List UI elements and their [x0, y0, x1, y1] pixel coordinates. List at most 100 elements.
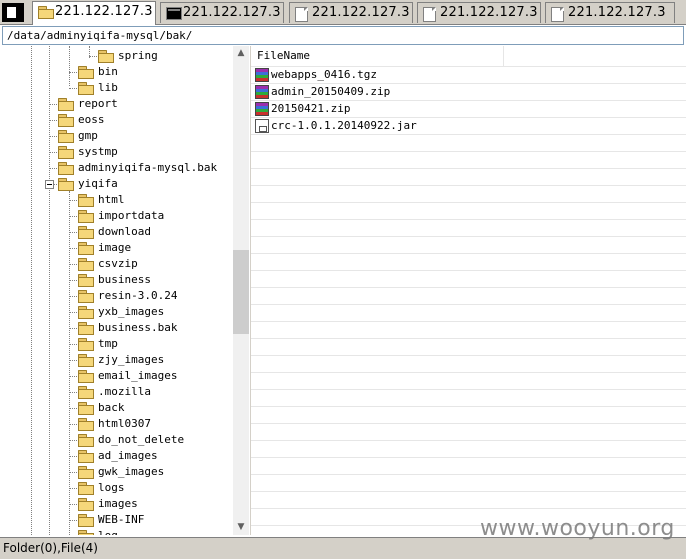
empty-row — [251, 152, 686, 169]
file-list-header[interactable]: FileName — [251, 46, 686, 67]
empty-row — [251, 458, 686, 475]
archive-icon — [255, 85, 269, 99]
tree-scrollbar[interactable]: ▲ ▼ — [233, 46, 249, 535]
empty-row — [251, 492, 686, 509]
scroll-up-arrow-icon[interactable]: ▲ — [233, 46, 249, 60]
column-filename[interactable]: FileName — [257, 46, 310, 66]
jar-file-icon — [255, 119, 269, 133]
empty-row — [251, 373, 686, 390]
folder-icon — [38, 6, 54, 19]
empty-row — [251, 322, 686, 339]
file-row[interactable]: admin_20150409.zip — [251, 84, 686, 101]
tree-connector-line — [69, 344, 77, 345]
tree-connector-line — [49, 104, 57, 105]
file-name: webapps_0416.tgz — [271, 68, 377, 81]
tree-item-label: adminyiqifa-mysql.bak — [78, 161, 218, 174]
file-list: FileName webapps_0416.tgz admin_20150409.… — [251, 46, 686, 535]
tree-connector-line — [69, 280, 77, 281]
path-input[interactable]: /data/adminyiqifa-mysql/bak/ — [2, 26, 684, 45]
document-icon — [423, 7, 437, 22]
empty-row — [251, 424, 686, 441]
empty-row — [251, 356, 686, 373]
tree-item-label: gmp — [78, 129, 98, 142]
tree-item-label: zjy_images — [98, 353, 165, 366]
folder-icon — [78, 514, 94, 527]
tab-document-3[interactable]: 221.122.127.3 — [545, 2, 675, 23]
tab-bar: 221.122.127.3 221.122.127.3 221.122.127.… — [0, 0, 686, 25]
empty-row — [251, 407, 686, 424]
empty-row — [251, 220, 686, 237]
tree-item-label: business — [98, 273, 151, 286]
tree-item-label: csvzip — [98, 257, 138, 270]
watermark: www.wooyun.org — [480, 516, 675, 541]
tab-document-2[interactable]: 221.122.127.3 — [417, 2, 541, 23]
tree-item-label: bin — [98, 65, 118, 78]
tree-item-label: systmp — [78, 145, 118, 158]
tab-file-manager[interactable]: 221.122.127.3 — [32, 1, 156, 25]
empty-row — [251, 271, 686, 288]
file-row[interactable]: webapps_0416.tgz — [251, 67, 686, 84]
tree-item-label: logs — [98, 481, 125, 494]
tree-connector-line — [69, 328, 77, 329]
empty-row — [251, 441, 686, 458]
column-separator — [503, 46, 504, 66]
tree-guide-line — [69, 46, 70, 86]
file-row[interactable]: 20150421.zip — [251, 101, 686, 118]
folder-icon — [78, 354, 94, 367]
tree-item-label: tmp — [98, 337, 118, 350]
folder-icon — [78, 242, 94, 255]
file-name: crc-1.0.1.20140922.jar — [271, 119, 417, 132]
tab-document-1[interactable]: 221.122.127.3 — [289, 2, 413, 23]
tree-connector-line — [69, 88, 77, 89]
folder-icon — [78, 450, 94, 463]
folder-icon — [78, 530, 94, 535]
empty-row — [251, 339, 686, 356]
folder-icon — [78, 290, 94, 303]
tree-item-label: download — [98, 225, 151, 238]
file-name: admin_20150409.zip — [271, 85, 391, 98]
tree-item-label: log — [98, 528, 118, 535]
folder-tree: spring bin lib report eoss gmp systmp adminyiqi… — [2, 46, 251, 535]
file-row[interactable]: crc-1.0.1.20140922.jar — [251, 118, 686, 135]
folder-icon — [78, 418, 94, 431]
tree-guide-line — [69, 191, 70, 535]
folder-icon — [78, 322, 94, 335]
folder-icon — [58, 162, 74, 175]
folder-icon — [78, 226, 94, 239]
empty-row — [251, 135, 686, 152]
folder-icon — [78, 338, 94, 351]
folder-icon — [78, 386, 94, 399]
folder-icon — [78, 274, 94, 287]
folder-icon — [58, 130, 74, 143]
tree-item-label: html — [98, 193, 125, 206]
tree-connector-line — [69, 456, 77, 457]
tree-connector-line — [69, 488, 77, 489]
tree-item-label: gwk_images — [98, 465, 165, 478]
tree-connector-line — [69, 408, 77, 409]
tree-connector-line — [69, 520, 77, 521]
folder-icon — [58, 98, 74, 111]
tree-connector-line — [69, 72, 77, 73]
empty-row — [251, 390, 686, 407]
document-icon — [551, 7, 565, 22]
collapse-toggle-icon[interactable] — [45, 180, 54, 189]
tree-connector-line — [49, 168, 57, 169]
tab-terminal[interactable]: 221.122.127.3 — [160, 2, 284, 23]
tree-connector-line — [69, 200, 77, 201]
tree-connector-line — [89, 56, 97, 57]
folder-icon — [78, 66, 94, 79]
scroll-down-arrow-icon[interactable]: ▼ — [233, 520, 249, 534]
scrollbar-thumb[interactable] — [233, 250, 249, 334]
window-menu-icon[interactable] — [2, 3, 24, 22]
empty-row — [251, 237, 686, 254]
tree-guide-line — [31, 46, 32, 535]
folder-icon — [78, 466, 94, 479]
folder-icon — [78, 498, 94, 511]
tree-connector-line — [69, 232, 77, 233]
folder-icon — [78, 482, 94, 495]
tree-item-label: yxb_images — [98, 305, 165, 318]
tree-connector-line — [69, 424, 77, 425]
tree-item-label: .mozilla — [98, 385, 151, 398]
tree-connector-line — [49, 136, 57, 137]
folder-icon — [78, 402, 94, 415]
